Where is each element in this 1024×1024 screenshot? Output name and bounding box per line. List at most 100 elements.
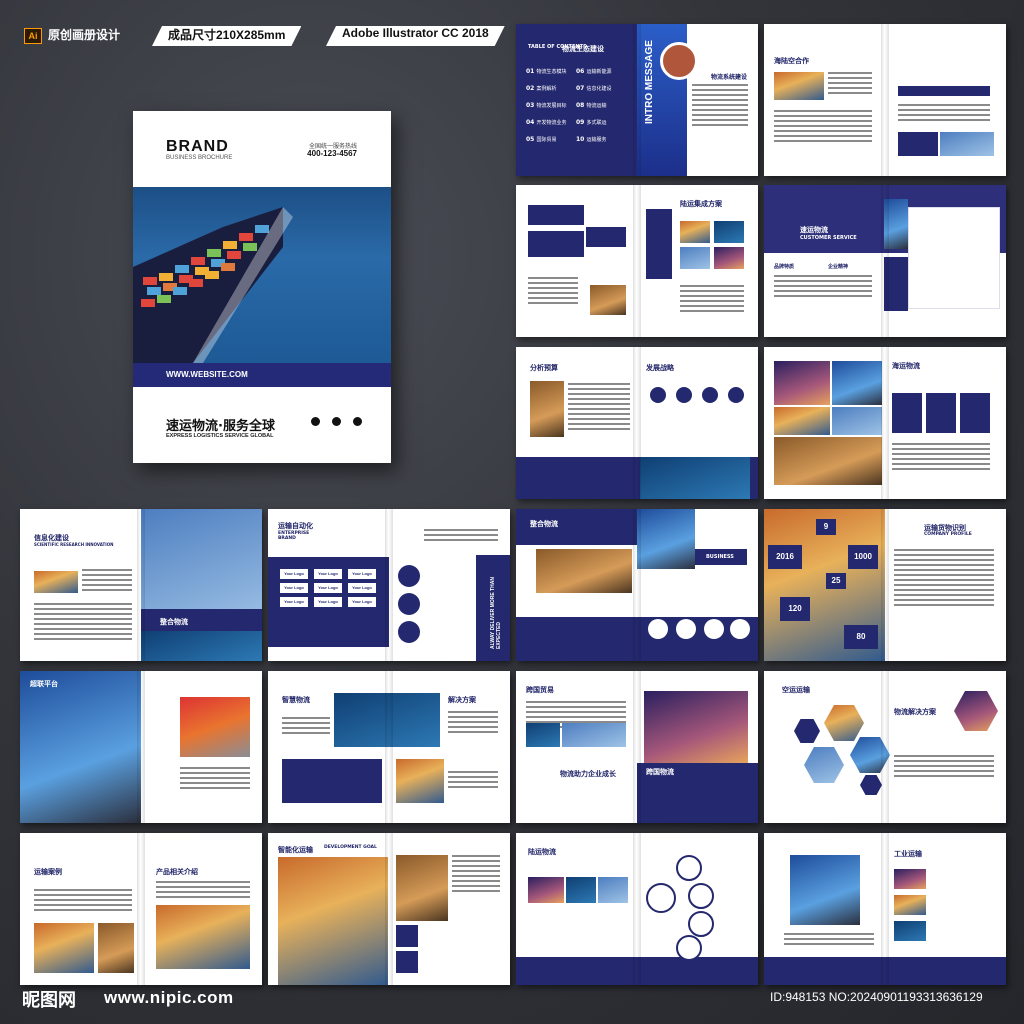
customer-service-title: 速运物流: [800, 226, 828, 234]
red-truck-photo: [180, 697, 250, 757]
cover-website: WWW.WEBSITE.COM: [166, 370, 248, 379]
spread-toc: TABLE OF CONTENTS 物流生态建设 01 物流生态模块 02 案例解…: [516, 24, 758, 176]
strategy-icon-2: [676, 387, 692, 403]
cover-brand: BRAND: [166, 138, 229, 155]
hex-3: [850, 737, 890, 773]
enterprise-brand: ENTERPRISE BRAND: [278, 531, 310, 541]
shelf-photo: [396, 855, 448, 921]
steps-panel: [282, 759, 382, 803]
stat-1: [396, 925, 418, 947]
photo-2: [832, 361, 882, 405]
ship-photo: [640, 457, 750, 499]
timeline-center: [646, 883, 676, 913]
hex-4: [804, 747, 844, 783]
cross-border-title: 跨国贸易: [526, 686, 554, 694]
spread-land-plan: 陆运集成方案: [516, 185, 758, 337]
cargo-ship-photo: [133, 187, 391, 363]
size-label: 成品尺寸210X285mm: [152, 26, 301, 46]
phone-icon: [311, 417, 320, 426]
icon-block: [586, 227, 626, 247]
original-design-label: 原创画册设计: [48, 28, 121, 42]
smart-transport-title: 智能化运输: [278, 846, 313, 854]
toc-number: 01: [526, 68, 537, 75]
rail-photo: [637, 509, 695, 569]
strategy-icon-4: [728, 387, 744, 403]
cross-photo-1: [526, 723, 560, 747]
land-band: [516, 957, 758, 985]
text-block: [528, 231, 584, 257]
toc-number: 05: [526, 136, 537, 143]
crane-dusk-photo: [644, 691, 748, 763]
toc-item: 03 物流发展目标: [526, 102, 576, 119]
crane-photo-2: [156, 905, 250, 969]
timeline-1: [676, 855, 702, 881]
land-logistics-title: 陆运物流: [528, 848, 556, 856]
spread-combined: 整合物流 BUSINESS: [516, 509, 758, 661]
hex-2: [824, 705, 864, 741]
intro-photo: [660, 42, 698, 80]
your-logo-box: Your Logo: [280, 583, 308, 593]
timeline-4: [676, 935, 702, 961]
toc-text: 物流生态模块: [536, 69, 567, 75]
cross-trade-title: 跨国物流: [646, 768, 674, 776]
toc-text: 物流发展目标: [536, 103, 567, 109]
service-side: [884, 257, 908, 311]
your-logo-box: Your Logo: [348, 569, 376, 579]
toc-item: 09 多式联运: [576, 119, 626, 136]
photo-1: [774, 361, 830, 405]
timeline-3: [688, 911, 714, 937]
spread-linkage: 超联平台: [20, 671, 262, 823]
toc-number: 07: [576, 85, 587, 92]
spread-air: 空运运输 物流解决方案: [764, 671, 1006, 823]
stat-box-3: [960, 393, 990, 433]
illustrator-icon: Ai: [24, 28, 42, 44]
your-logo-box: Your Logo: [280, 597, 308, 607]
logo-grid: Your Logo Your Logo Your Logo Your Logo Your…: [280, 569, 380, 607]
land-photo-2: [566, 877, 596, 903]
linkage-title: 超联平台: [30, 680, 58, 688]
air-title: 空运运输: [782, 686, 810, 694]
spread-smart-transport: 智能化运输 DEVELOPMENT GOAL: [268, 833, 510, 985]
brochure-cover: BRAND BUSINESS BROCHURE 全国统一服务热线 400-123…: [133, 111, 391, 463]
stat-box: 80: [844, 625, 878, 649]
land-plan-title: 陆运集成方案: [680, 200, 722, 208]
toc-item: 05 国际贸易: [526, 136, 576, 153]
circle-photo-3: [398, 621, 420, 643]
toc-item: 10 运输服务: [576, 136, 626, 153]
industry-photo: [790, 855, 860, 925]
spread-industry: 工业运输: [764, 833, 1006, 985]
photo-c: [680, 247, 710, 269]
harbor-night-photo: [334, 693, 440, 747]
strategy-icon-1: [650, 387, 666, 403]
air-solution-title: 物流解决方案: [894, 708, 936, 716]
automation-title: 运输自动化: [278, 522, 313, 530]
customer-service-en: CUSTOMER SERVICE: [800, 235, 857, 241]
toc-item: 07 信息化建设: [576, 85, 626, 102]
stat-box: 120: [780, 597, 810, 621]
analysis-photo: [530, 381, 564, 437]
your-logo-box: Your Logo: [314, 597, 342, 607]
photo-5: [774, 437, 882, 485]
industry-photo-4: [894, 921, 926, 941]
web-icon: [353, 417, 362, 426]
side-panel: [646, 209, 672, 279]
spread-smart: 智慧物流 解决方案: [268, 671, 510, 823]
your-logo-box: Your Logo: [314, 569, 342, 579]
land-photo-1: [528, 877, 564, 903]
toc-number: 10: [576, 136, 587, 143]
stat-box: 25: [826, 573, 846, 589]
truck-photo: [20, 671, 141, 823]
spread-info: 信息化建设 SCIENTIFIC RESEARCH INNOVATION 整合物…: [20, 509, 262, 661]
toc-text: 运输服务: [586, 137, 607, 143]
stat-box-1: [892, 393, 922, 433]
photo-a: [680, 221, 710, 243]
software-label: Adobe Illustrator CC 2018: [326, 26, 505, 46]
icon-grid: [528, 205, 584, 225]
toc-heading: 物流生态建设: [562, 45, 604, 53]
water-photo: [141, 631, 262, 661]
toc-text: 开发物流业务: [536, 120, 567, 126]
service-photo: [884, 199, 908, 249]
toc-item: 01 物流生态模块: [526, 68, 576, 85]
cross-photo-2: [562, 723, 626, 747]
toc-number: 03: [526, 102, 537, 109]
